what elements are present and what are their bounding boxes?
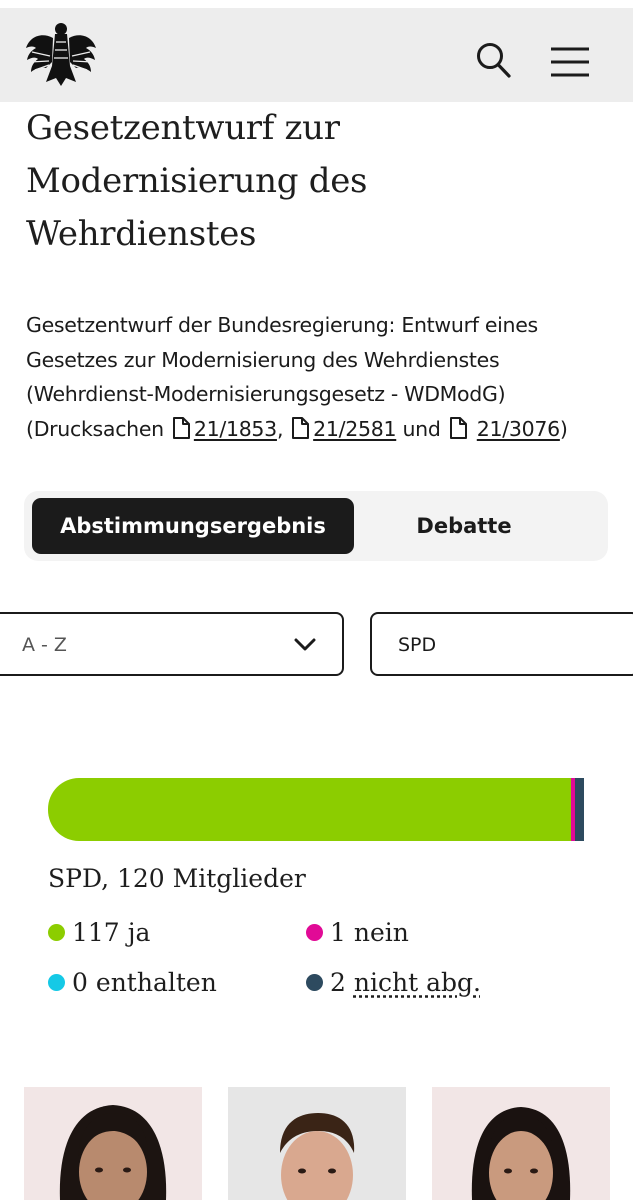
tab-abstimmungsergebnis[interactable]: Abstimmungsergebnis [32, 498, 354, 554]
hamburger-menu-icon[interactable] [548, 44, 592, 80]
legend-enthalten: 0 enthalten [48, 968, 217, 997]
cyan-dot-icon [48, 974, 65, 991]
closing-paren: ) [559, 416, 568, 441]
member-photo-2 [280, 1113, 355, 1200]
legend-enthalten-label: enthalten [95, 968, 217, 997]
party-select-value: SPD [398, 634, 437, 656]
legend-nein-count: 1 [330, 918, 346, 947]
drucksachen-prefix: (Drucksachen [26, 416, 164, 441]
bar-segment-nicht-abg [575, 778, 584, 841]
legend-nicht-abg: 2 nicht abg. [306, 968, 481, 997]
legend-enthalten-count: 0 [72, 968, 88, 997]
page-title: Gesetzentwurf zur Modernisierung des Weh… [26, 108, 368, 254]
member-photo-3 [471, 1107, 571, 1200]
document-link-3[interactable]: 21/3076 [477, 417, 560, 441]
member-photo-1 [59, 1105, 167, 1200]
magenta-dot-icon [306, 924, 323, 941]
legend-nicht-abg-count: 2 [330, 968, 346, 997]
top-navigation-bar [0, 8, 633, 102]
separator-und: und [402, 416, 441, 441]
legend-ja-count: 117 [72, 918, 120, 947]
legend-nein-label: nein [353, 918, 409, 947]
bill-description: Gesetzentwurf der Bundesregierung: Entwu… [26, 308, 616, 446]
legend-nicht-abg-label[interactable]: nicht abg. [354, 968, 481, 997]
tab-switcher: Abstimmungsergebnis Debatte [24, 491, 608, 561]
sort-select-value: A - Z [22, 634, 67, 656]
document-link-1[interactable]: 21/1853 [194, 417, 277, 441]
document-icon [172, 416, 190, 439]
legend-nein: 1 nein [306, 918, 409, 947]
separator-comma: , [276, 416, 284, 441]
legend-ja-label: ja [127, 918, 151, 947]
member-card[interactable] [432, 1087, 610, 1200]
dark-blue-dot-icon [306, 974, 323, 991]
search-icon[interactable] [474, 38, 514, 82]
legend-ja: 117 ja [48, 918, 150, 947]
vote-result-bar [48, 778, 584, 841]
green-dot-icon [48, 924, 65, 941]
bundestag-eagle-icon[interactable] [24, 22, 98, 88]
document-link-2[interactable]: 21/2581 [313, 417, 396, 441]
member-card[interactable] [228, 1087, 406, 1200]
party-summary: SPD, 120 Mitglieder [48, 864, 306, 893]
party-select[interactable]: SPD [370, 612, 633, 676]
chevron-down-icon [294, 638, 316, 651]
member-card[interactable] [24, 1087, 202, 1200]
description-text: Gesetzentwurf der Bundesregierung: Entwu… [26, 313, 538, 406]
sort-select[interactable]: A - Z [0, 612, 344, 676]
document-icon [292, 416, 310, 439]
document-icon [449, 416, 467, 439]
bar-segment-ja [48, 778, 571, 841]
tab-debatte[interactable]: Debatte [354, 498, 574, 554]
